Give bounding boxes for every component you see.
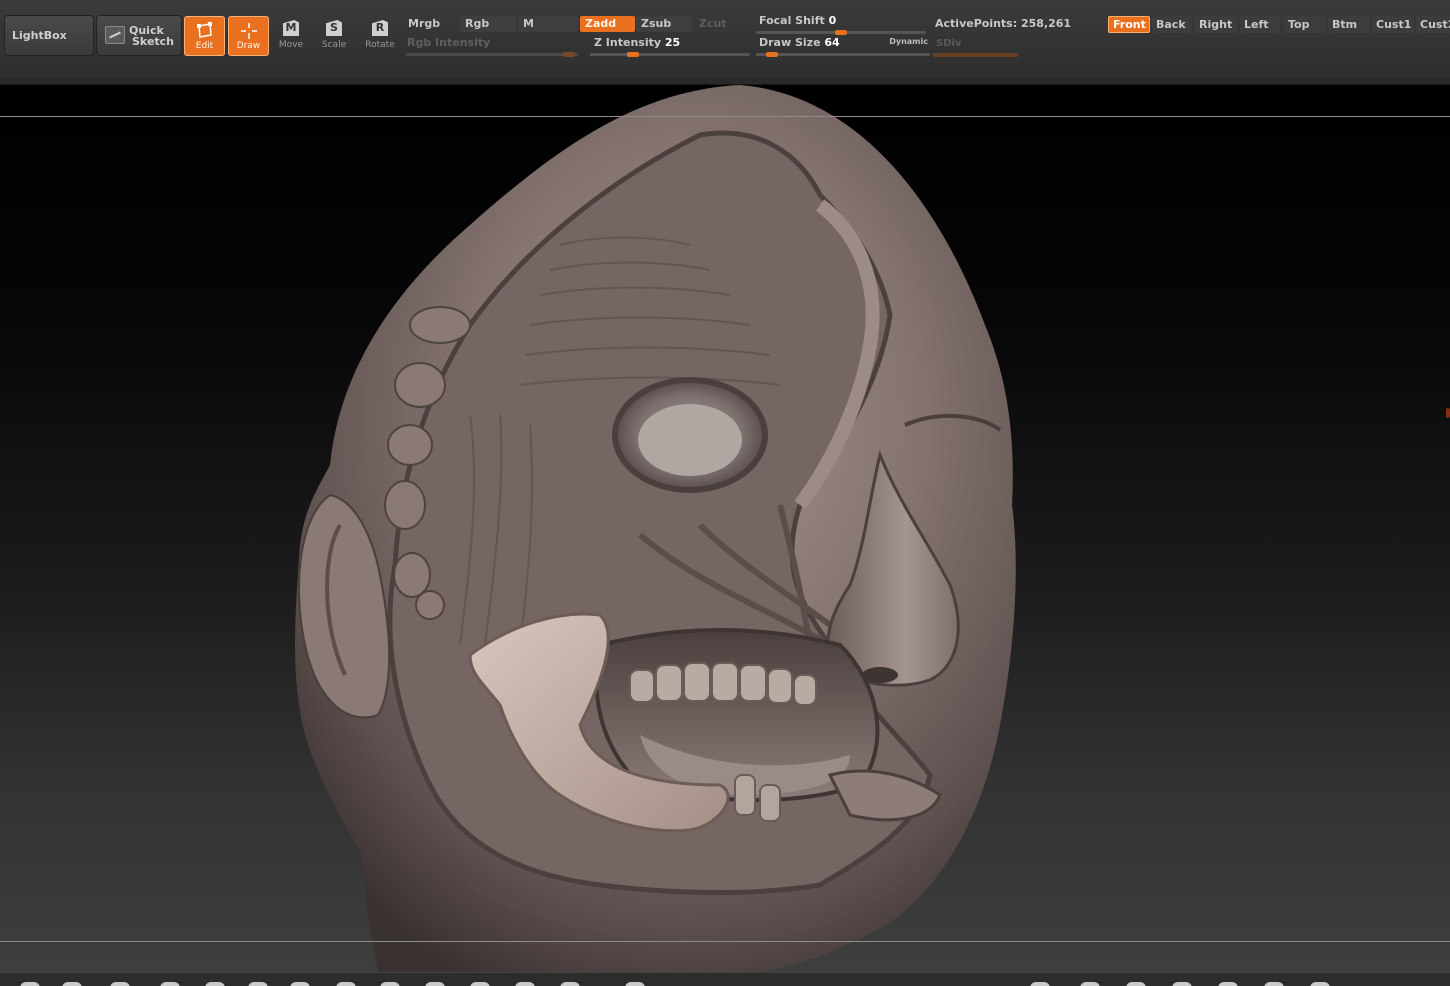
mrgb-button[interactable]: Mrgb: [403, 16, 457, 32]
brush-thumbnail[interactable]: [380, 982, 400, 986]
view-custom1-button[interactable]: Cust1: [1372, 16, 1414, 33]
brush-thumbnail[interactable]: [248, 982, 268, 986]
move-label: Move: [278, 40, 304, 50]
zsub-button[interactable]: Zsub: [636, 16, 692, 32]
bottom-shelf: [0, 972, 1450, 986]
brush-thumbnail[interactable]: [425, 982, 445, 986]
document-canvas[interactable]: [0, 85, 1450, 972]
brush-thumbnail[interactable]: [1126, 982, 1146, 986]
z-intensity-track[interactable]: [590, 53, 750, 56]
active-points-value: 258,261: [1020, 17, 1072, 30]
m-button[interactable]: M: [518, 16, 578, 32]
sdiv-slider[interactable]: SDiv: [933, 38, 1018, 58]
z-intensity-text: Z Intensity 25: [594, 36, 680, 49]
rgb-button[interactable]: Rgb: [460, 16, 516, 32]
edit-button[interactable]: Edit: [184, 16, 225, 56]
draw-button[interactable]: Draw: [228, 16, 269, 56]
rgb-intensity-track[interactable]: [406, 53, 578, 56]
brush-thumbnail[interactable]: [1172, 982, 1192, 986]
shelf-divider: [0, 78, 1450, 85]
eye-socket-floor: [638, 404, 742, 476]
rotate-button[interactable]: R Rotate: [360, 20, 400, 54]
focal-shift-text: Focal Shift 0: [759, 14, 836, 27]
brush-thumbnail[interactable]: [1218, 982, 1238, 986]
rgb-intensity-slider[interactable]: Rgb Intensity: [403, 36, 578, 57]
rotate-icon: R: [372, 20, 388, 36]
z-intensity-label: Z Intensity: [594, 36, 662, 49]
edge-indicator: [1446, 408, 1450, 418]
rgb-intensity-label: Rgb Intensity: [407, 36, 491, 49]
focal-shift-knob[interactable]: [835, 30, 847, 35]
edit-label: Edit: [195, 41, 214, 51]
zcut-button[interactable]: Zcut: [694, 16, 746, 32]
quick-sketch-button[interactable]: Quick Sketch: [96, 15, 182, 56]
canvas-guide-line-bottom: [0, 941, 1450, 942]
canvas-guide-line-top: [0, 116, 1450, 117]
lightbox-label: LightBox: [12, 29, 67, 42]
view-custom2-button[interactable]: Cust2: [1416, 16, 1450, 33]
view-top-button[interactable]: Top: [1284, 16, 1326, 33]
zadd-button[interactable]: Zadd: [580, 16, 635, 32]
z-intensity-slider[interactable]: Z Intensity 25: [590, 36, 750, 57]
move-button[interactable]: M Move: [271, 20, 311, 54]
brush-thumbnail[interactable]: [20, 982, 40, 986]
active-points-readout: ActivePoints: 258,261: [935, 17, 1071, 30]
lightbox-button[interactable]: LightBox: [4, 15, 94, 56]
draw-size-label: Draw Size: [759, 36, 821, 49]
brush-thumbnail[interactable]: [560, 982, 580, 986]
draw-size-slider[interactable]: Draw Size 64 Dynamic: [756, 36, 930, 57]
draw-size-value: 64: [824, 36, 840, 49]
draw-label: Draw: [236, 41, 261, 51]
brush-thumbnail[interactable]: [515, 982, 535, 986]
sculpted-head-model[interactable]: [0, 85, 1450, 972]
active-points-label: ActivePoints:: [935, 17, 1018, 30]
scale-icon: S: [326, 20, 342, 36]
sdiv-track[interactable]: [933, 53, 1018, 57]
focal-shift-slider[interactable]: Focal Shift 0: [756, 14, 926, 35]
edit-frame-icon: [197, 22, 212, 38]
view-left-button[interactable]: Left: [1240, 16, 1280, 33]
focal-shift-label: Focal Shift: [759, 14, 825, 27]
dynamic-toggle[interactable]: Dynamic: [889, 37, 928, 46]
brush-thumbnail[interactable]: [1080, 982, 1100, 986]
zbrush-window: LightBox Quick Sketch Edit Draw M Move S…: [0, 0, 1450, 986]
draw-size-track[interactable]: [756, 53, 930, 56]
rotate-label: Rotate: [365, 40, 395, 50]
brush-thumbnail[interactable]: [1310, 982, 1330, 986]
view-back-button[interactable]: Back: [1152, 16, 1192, 33]
draw-size-text: Draw Size 64: [759, 36, 840, 49]
brush-thumbnail[interactable]: [336, 982, 356, 986]
brush-thumbnail[interactable]: [110, 982, 130, 986]
draw-size-knob[interactable]: [766, 52, 779, 57]
focal-shift-value: 0: [828, 14, 837, 27]
quick-sketch-label-line2: Sketch: [132, 35, 175, 48]
brush-thumbnail[interactable]: [470, 982, 490, 986]
scale-label: Scale: [321, 40, 347, 50]
view-right-button[interactable]: Right: [1195, 16, 1237, 33]
sketch-icon: [105, 26, 125, 44]
z-intensity-value: 25: [664, 36, 681, 49]
draw-crosshair-icon: [241, 23, 257, 39]
rgb-intensity-knob[interactable]: [563, 52, 575, 57]
scale-button[interactable]: S Scale: [314, 20, 354, 54]
top-shelf: LightBox Quick Sketch Edit Draw M Move S…: [0, 0, 1450, 79]
move-icon: M: [283, 20, 299, 36]
brush-thumbnail[interactable]: [1264, 982, 1284, 986]
brush-thumbnail[interactable]: [290, 982, 310, 986]
brush-thumbnail[interactable]: [205, 982, 225, 986]
z-intensity-knob[interactable]: [627, 52, 639, 57]
sdiv-label: SDiv: [936, 38, 962, 49]
brush-thumbnail[interactable]: [160, 982, 180, 986]
brush-thumbnail[interactable]: [625, 982, 645, 986]
brush-thumbnail[interactable]: [62, 982, 82, 986]
brush-thumbnail[interactable]: [1030, 982, 1050, 986]
view-bottom-button[interactable]: Btm: [1328, 16, 1370, 33]
view-front-button[interactable]: Front: [1108, 16, 1150, 33]
upper-teeth: [629, 662, 817, 706]
